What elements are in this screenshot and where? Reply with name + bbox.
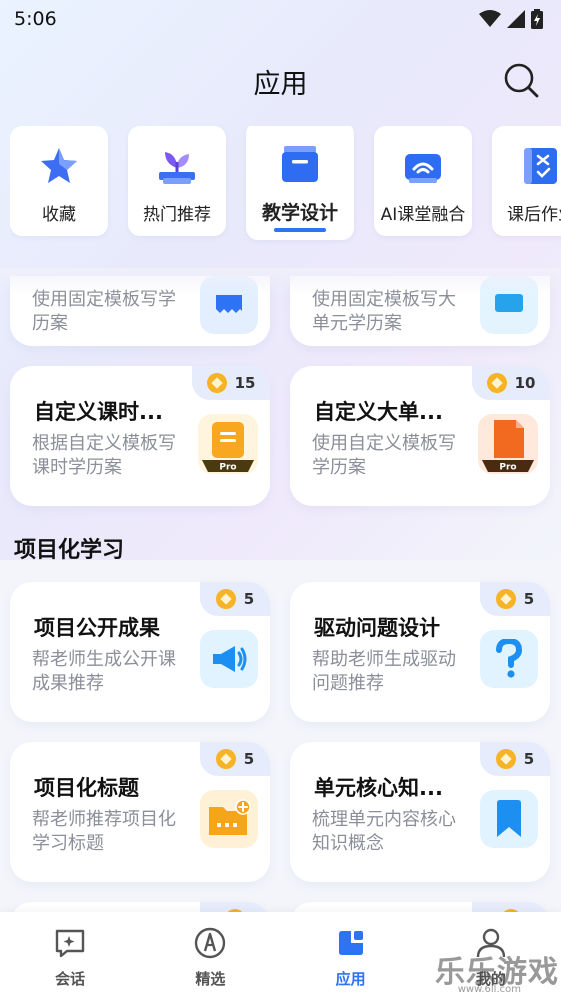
card-title: 自定义大单...: [314, 400, 443, 424]
tab-label: 收藏: [42, 205, 76, 225]
cost-value: 10: [514, 374, 536, 392]
app-list[interactable]: 使用固定模板写学历案 使用固定模板写大单元学历案 15 自定义课时... 根据自…: [0, 276, 561, 916]
card-desc: 根据自定义模板写课时学历案: [32, 433, 176, 478]
nav-label: 会话: [55, 970, 86, 988]
tab-label: 教学设计: [261, 202, 338, 224]
app-card-custom-lesson[interactable]: 15 自定义课时... 根据自定义模板写课时学历案 Pro: [10, 366, 270, 506]
pro-template-icon: Pro: [478, 414, 538, 474]
card-desc: 帮老师推荐项目化学习标题: [32, 809, 176, 854]
cost-badge: 15: [192, 366, 270, 400]
nav-apps[interactable]: 应用: [311, 926, 391, 989]
cost-badge: 5: [480, 742, 550, 776]
pro-template-icon: Pro: [198, 414, 258, 474]
nav-chat[interactable]: 会话: [30, 926, 110, 989]
scroll-fade: [0, 268, 561, 294]
search-icon[interactable]: [501, 60, 541, 100]
tab-teaching-design[interactable]: 教学设计: [246, 126, 354, 240]
apps-icon: [338, 931, 363, 955]
bookmark-icon: [480, 790, 538, 848]
coin-icon: [215, 749, 236, 769]
tab-homework[interactable]: 课后作业: [492, 126, 561, 236]
tab-label: 热门推荐: [143, 205, 211, 225]
cost-value: 15: [234, 374, 256, 392]
classroom-icon: [405, 154, 441, 183]
status-icons: [479, 9, 543, 29]
homework-icon: [524, 148, 557, 184]
cost-value: 5: [523, 750, 535, 768]
watermark-url: www.6ll.com: [457, 984, 521, 995]
sprout-icon: [159, 152, 195, 184]
signal-icon: [507, 10, 525, 28]
category-tabs: 收藏 热门推荐 教学设计 AI课堂融合 课后作: [10, 126, 561, 244]
coin-icon: [486, 373, 507, 393]
cost-value: 5: [523, 590, 535, 608]
battery-icon: [531, 9, 543, 29]
status-time: 5:06: [14, 8, 57, 30]
tab-label: AI课堂融合: [380, 205, 466, 225]
tab-label: 课后作业: [507, 205, 561, 225]
nav-label: 应用: [335, 970, 366, 988]
section-title: 项目化学习: [14, 538, 125, 563]
status-bar: 5:06: [0, 0, 561, 38]
tab-ai-classroom[interactable]: AI课堂融合: [374, 126, 472, 236]
card-title: 单元核心知...: [314, 776, 443, 800]
app-card-project-title[interactable]: 5 项目化标题 帮老师推荐项目化学习标题: [10, 742, 270, 882]
pro-tag: Pro: [219, 463, 236, 473]
nav-label: 精选: [195, 970, 226, 988]
cost-value: 5: [243, 750, 255, 768]
card-desc: 使用固定模板写大单元学历案: [312, 289, 456, 334]
coin-icon: [215, 589, 236, 609]
header: 应用: [0, 56, 561, 106]
card-title: 驱动问题设计: [314, 616, 440, 640]
app-card-unit-core[interactable]: 5 单元核心知... 梳理单元内容核心知识概念: [290, 742, 550, 882]
card-desc: 使用自定义模板写学历案: [312, 433, 456, 478]
card-desc: 帮助老师生成驱动问题推荐: [312, 649, 456, 694]
coin-icon: [495, 589, 516, 609]
tab-favorites[interactable]: 收藏: [10, 126, 108, 236]
tab-hot-recommend[interactable]: 热门推荐: [128, 126, 226, 236]
nav-featured[interactable]: 精选: [170, 926, 250, 989]
card-desc: 梳理单元内容核心知识概念: [312, 809, 456, 854]
cost-badge: 10: [472, 366, 550, 400]
folder-add-icon: [200, 790, 258, 848]
wifi-icon: [479, 10, 501, 27]
cost-badge: 5: [200, 582, 270, 616]
chat-icon: [55, 929, 85, 958]
compass-icon: [195, 927, 226, 959]
app-card-custom-unit[interactable]: 10 自定义大单... 使用自定义模板写学历案 Pro: [290, 366, 550, 506]
card-desc: 使用固定模板写学历案: [32, 289, 176, 334]
card-title: 自定义课时...: [34, 400, 163, 424]
pro-tag: Pro: [499, 463, 516, 473]
card-title: 项目公开成果: [34, 616, 160, 640]
cost-badge: 5: [200, 742, 270, 776]
cost-badge: 5: [480, 582, 550, 616]
page-title: 应用: [253, 68, 308, 100]
star-icon: [41, 148, 77, 183]
cabinet-icon: [282, 146, 318, 182]
active-tab-indicator: [274, 228, 326, 232]
cost-value: 5: [243, 590, 255, 608]
app-card-driving-question[interactable]: 5 驱动问题设计 帮助老师生成驱动问题推荐: [290, 582, 550, 722]
app-card-project-results[interactable]: 5 项目公开成果 帮老师生成公开课成果推荐: [10, 582, 270, 722]
question-icon: [480, 630, 538, 688]
card-desc: 帮老师生成公开课成果推荐: [32, 649, 176, 694]
coin-icon: [495, 749, 516, 769]
card-title: 项目化标题: [34, 776, 139, 800]
megaphone-icon: [200, 630, 258, 688]
coin-icon: [206, 373, 227, 393]
